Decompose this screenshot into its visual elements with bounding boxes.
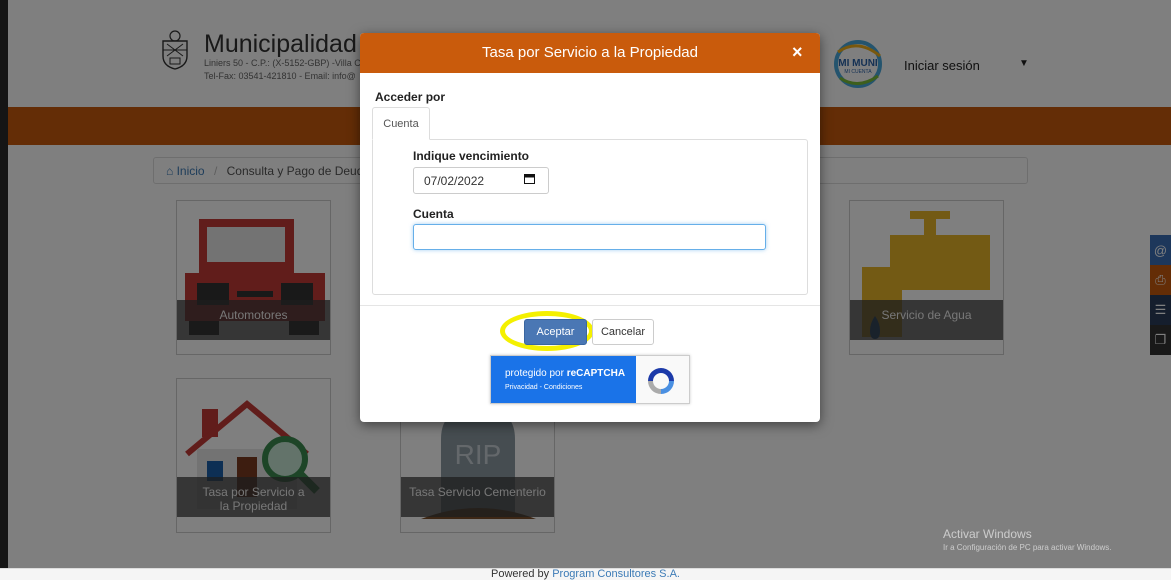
cancel-button[interactable]: Cancelar [592, 319, 654, 345]
footer: Powered by Program Consultores S.A. [491, 568, 680, 580]
windows-activation-watermark: Activar Windows Ir a Configuración de PC… [943, 527, 1112, 552]
modal-divider [360, 305, 820, 306]
footer-link[interactable]: Program Consultores S.A. [552, 568, 680, 580]
accept-button[interactable]: Aceptar [524, 319, 587, 345]
recaptcha-links[interactable]: Privacidad - Condiciones [505, 384, 582, 391]
recaptcha-badge[interactable]: protegido por reCAPTCHA Privacidad - Con… [490, 355, 690, 404]
modal-dialog: Tasa por Servicio a la Propiedad × Acced… [360, 33, 820, 422]
recaptcha-panel: protegido por reCAPTCHA Privacidad - Con… [491, 356, 636, 403]
tab-cuenta[interactable]: Cuenta [372, 107, 430, 140]
calendar-icon[interactable] [524, 173, 535, 184]
recaptcha-text: protegido por reCAPTCHA [505, 368, 626, 379]
modal-header: Tasa por Servicio a la Propiedad × [360, 33, 820, 73]
account-input[interactable] [413, 224, 766, 250]
recaptcha-logo-icon [648, 368, 674, 394]
due-date-label: Indique vencimiento [413, 149, 530, 163]
access-label: Acceder por [375, 90, 446, 104]
modal-title: Tasa por Servicio a la Propiedad [482, 44, 698, 61]
account-label: Cuenta [413, 207, 454, 221]
close-icon[interactable]: × [792, 42, 803, 63]
